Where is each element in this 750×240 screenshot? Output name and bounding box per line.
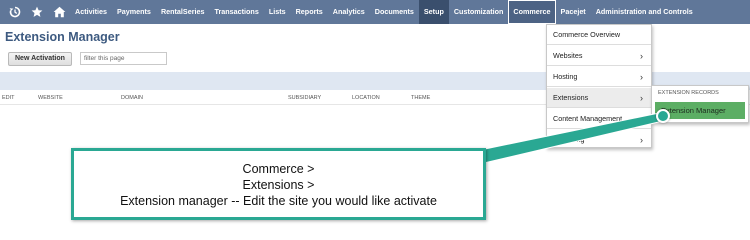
nav-lists[interactable]: Lists: [264, 0, 291, 24]
column-header-domain[interactable]: DOMAIN: [121, 93, 143, 103]
commerce-dropdown-menu: Commerce Overview Websites › Hosting › E…: [546, 24, 652, 148]
column-header-theme[interactable]: THEME: [411, 93, 430, 103]
nav-commerce[interactable]: Commerce: [508, 0, 556, 24]
menu-item-marketing[interactable]: Marketing ›: [547, 130, 651, 150]
menu-item-hosting[interactable]: Hosting ›: [547, 67, 651, 87]
nav-reports[interactable]: Reports: [291, 0, 328, 24]
menu-item-content-management[interactable]: Content Management ›: [547, 109, 651, 129]
chevron-right-icon: ›: [640, 93, 643, 103]
menu-item-label: Extensions: [553, 93, 589, 102]
menu-item-label: Hosting: [553, 72, 578, 81]
callout-target-dot: [656, 109, 670, 123]
nav-pacejet[interactable]: Pacejet: [556, 0, 591, 24]
nav-analytics[interactable]: Analytics: [328, 0, 370, 24]
chevron-right-icon: ›: [640, 51, 643, 61]
nav-activities[interactable]: Activities: [70, 0, 112, 24]
nav-administration-and-controls[interactable]: Administration and Controls: [591, 0, 698, 24]
page-title: Extension Manager: [5, 30, 120, 44]
nav-documents[interactable]: Documents: [370, 0, 419, 24]
nav-transactions[interactable]: Transactions: [209, 0, 263, 24]
top-nav-bar: Activities Payments RentalSeries Transac…: [0, 0, 750, 24]
nav-setup[interactable]: Setup: [418, 0, 449, 24]
column-header-edit: EDIT: [2, 95, 15, 101]
chevron-right-icon: ›: [640, 114, 643, 124]
nav-customization[interactable]: Customization: [449, 0, 509, 24]
callout-line-2: Extensions >: [242, 178, 315, 192]
home-icon[interactable]: [48, 0, 70, 24]
filter-input[interactable]: [80, 52, 167, 65]
chevron-right-icon: ›: [640, 72, 643, 82]
callout-line-3: Extension manager -- Edit the site you w…: [120, 194, 437, 208]
menu-item-label: Marketing: [553, 135, 585, 144]
star-icon[interactable]: [26, 0, 48, 24]
submenu-section-header: EXTENSION RECORDS: [658, 90, 719, 96]
column-header-website[interactable]: WEBSITE: [38, 93, 63, 103]
column-header-location[interactable]: LOCATION: [352, 93, 380, 103]
menu-item-label: Websites: [553, 51, 583, 60]
menu-item-websites[interactable]: Websites ›: [547, 46, 651, 66]
nav-rentalseries[interactable]: RentalSeries: [156, 0, 210, 24]
nav-payments[interactable]: Payments: [112, 0, 156, 24]
menu-item-commerce-overview[interactable]: Commerce Overview: [547, 25, 651, 45]
callout-box: Commerce > Extensions > Extension manage…: [71, 148, 486, 220]
menu-item-extensions[interactable]: Extensions ›: [547, 88, 651, 108]
column-header-subsidiary[interactable]: SUBSIDIARY: [288, 93, 321, 103]
recent-records-icon[interactable]: [4, 0, 26, 24]
menu-item-label: Content Management: [553, 114, 623, 123]
new-activation-button[interactable]: New Activation: [8, 52, 72, 66]
callout-line-1: Commerce >: [242, 162, 315, 176]
chevron-right-icon: ›: [640, 135, 643, 145]
menu-item-label: Commerce Overview: [553, 30, 621, 39]
